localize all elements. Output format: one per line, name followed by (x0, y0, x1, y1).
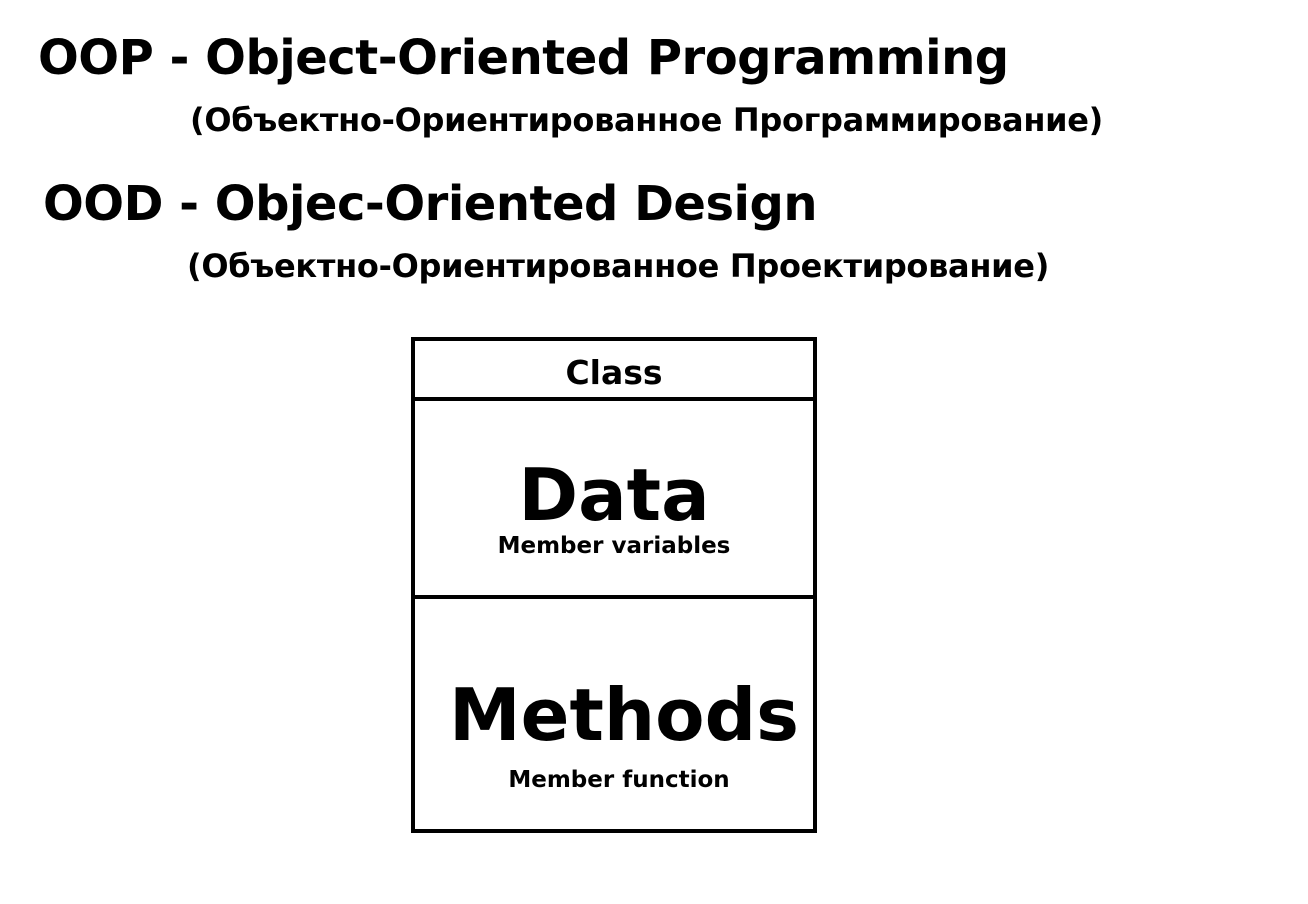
ood-translation: (Объектно-Ориентированное Проектирование… (187, 247, 1050, 285)
methods-sublabel: Member function (508, 767, 730, 793)
data-sublabel: Member variables (497, 533, 731, 559)
data-compartment: Data Member variables (415, 401, 813, 599)
ood-heading: OOD - Objec-Oriented Design (43, 176, 818, 232)
oop-heading: OOP - Object-Oriented Programming (38, 30, 1009, 86)
methods-compartment: Methods Member function (415, 599, 813, 829)
methods-label: Methods (448, 673, 799, 757)
data-label: Data (518, 453, 710, 537)
oop-translation: (Объектно-Ориентированное Программирован… (190, 101, 1103, 139)
class-title: Class (565, 352, 663, 392)
class-title-compartment: Class (415, 341, 813, 401)
class-diagram-box: Class Data Member variables Methods Memb… (411, 337, 817, 833)
